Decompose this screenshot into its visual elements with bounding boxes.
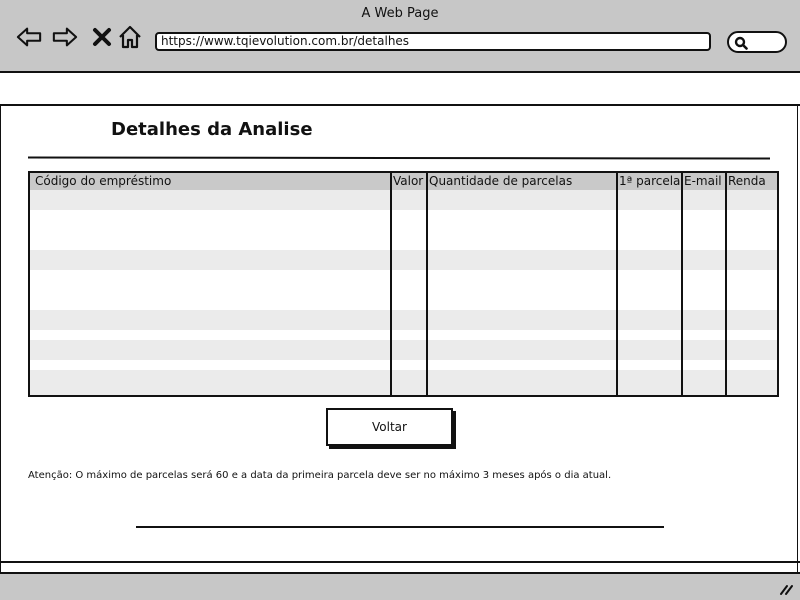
search-button[interactable] <box>727 31 787 53</box>
back-button[interactable]: Voltar <box>326 408 453 446</box>
content-bottom-border <box>0 561 800 563</box>
back-arrow-icon[interactable] <box>16 23 42 51</box>
table-row <box>30 280 777 290</box>
page-title: Detalhes da Analise <box>111 119 313 140</box>
status-bar <box>0 572 800 600</box>
column-header-renda[interactable]: Renda <box>728 174 766 189</box>
column-header-codigo[interactable]: Código do empréstimo <box>35 174 171 189</box>
column-header-valor[interactable]: Valor <box>393 174 423 189</box>
notice-text: Atenção: O máximo de parcelas será 60 e … <box>28 470 612 481</box>
table-row <box>30 250 777 270</box>
toolbar-strip <box>0 73 800 106</box>
close-x-icon[interactable] <box>89 23 115 51</box>
table-row <box>30 310 777 330</box>
search-icon <box>734 36 748 50</box>
table-row <box>30 190 777 210</box>
footer-divider <box>136 526 664 528</box>
forward-arrow-icon[interactable] <box>52 23 78 51</box>
column-divider <box>616 173 618 395</box>
column-header-primeira-parcela[interactable]: 1ª parcela <box>619 174 680 189</box>
column-header-quantidade[interactable]: Quantidade de parcelas <box>429 174 572 189</box>
resize-grip-icon[interactable] <box>779 583 793 595</box>
column-header-email[interactable]: E-mail <box>684 174 722 189</box>
details-table: Código do empréstimo Valor Quantidade de… <box>28 171 779 397</box>
table-row <box>30 340 777 360</box>
home-icon[interactable] <box>117 23 143 51</box>
column-divider <box>426 173 428 395</box>
url-bar[interactable]: https://www.tqievolution.com.br/detalhes <box>155 32 711 51</box>
table-row <box>30 370 777 395</box>
column-divider <box>681 173 683 395</box>
browser-chrome: A Web Page https://www.tqievolution.com.… <box>0 0 800 73</box>
table-row <box>30 220 777 240</box>
column-divider <box>725 173 727 395</box>
column-divider <box>390 173 392 395</box>
window-title: A Web Page <box>361 6 439 21</box>
